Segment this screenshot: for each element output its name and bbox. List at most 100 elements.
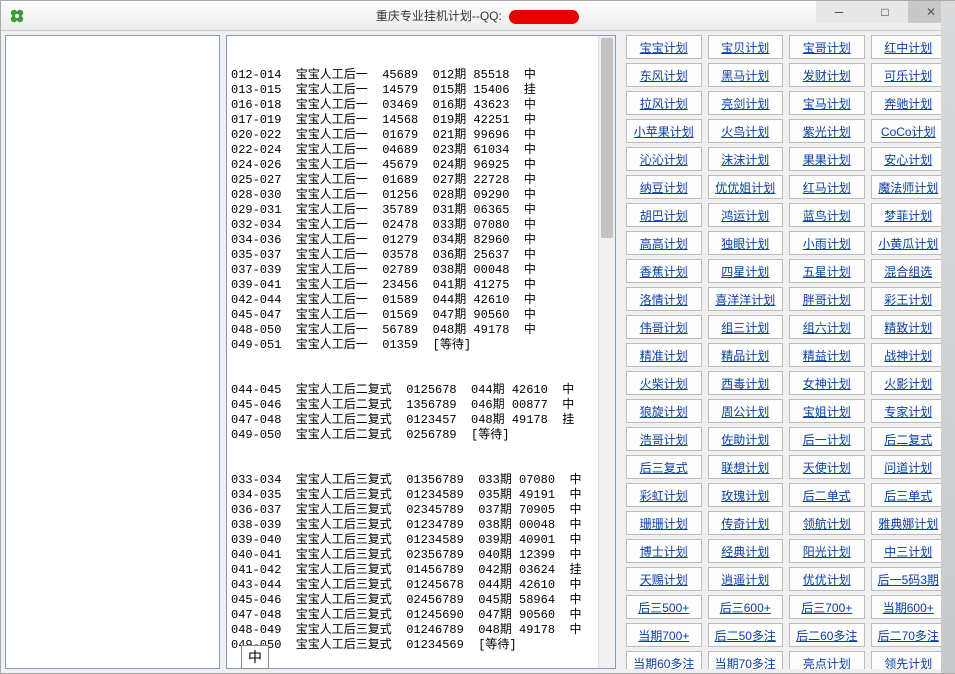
- plan-link[interactable]: 后三单式: [884, 487, 932, 504]
- plan-link[interactable]: 领先计划: [884, 655, 932, 670]
- plan-link[interactable]: 组六计划: [803, 319, 851, 336]
- plan-link[interactable]: 宝宝计划: [640, 39, 688, 56]
- plan-link[interactable]: 东风计划: [640, 67, 688, 84]
- plan-link[interactable]: 当期60多注: [633, 655, 694, 670]
- plan-cell: 中三计划: [871, 539, 947, 563]
- plan-link[interactable]: 后二60多注: [796, 627, 857, 644]
- plan-link[interactable]: 沫沫计划: [721, 151, 769, 168]
- plan-link[interactable]: 联想计划: [721, 459, 769, 476]
- plan-link[interactable]: 后二50多注: [715, 627, 776, 644]
- plan-link[interactable]: 雅典娜计划: [878, 515, 938, 532]
- plan-link[interactable]: 混合组选: [884, 263, 932, 280]
- plan-link[interactable]: 独眼计划: [721, 235, 769, 252]
- plan-link[interactable]: 宝哥计划: [803, 39, 851, 56]
- plan-link[interactable]: 佐助计划: [721, 431, 769, 448]
- plan-link[interactable]: 珊珊计划: [640, 515, 688, 532]
- plan-link[interactable]: 天赐计划: [640, 571, 688, 588]
- plan-link[interactable]: 火影计划: [884, 375, 932, 392]
- plan-link[interactable]: 精益计划: [803, 347, 851, 364]
- plan-link[interactable]: 果果计划: [803, 151, 851, 168]
- plan-link[interactable]: 狼旋计划: [640, 403, 688, 420]
- plan-link[interactable]: 安心计划: [884, 151, 932, 168]
- plan-link[interactable]: 天使计划: [803, 459, 851, 476]
- plan-link[interactable]: 香蕉计划: [640, 263, 688, 280]
- plan-link[interactable]: 后三700+: [801, 599, 852, 616]
- plan-link[interactable]: 精致计划: [884, 319, 932, 336]
- plan-link[interactable]: 博士计划: [640, 543, 688, 560]
- maximize-button[interactable]: □: [862, 1, 908, 23]
- plan-link[interactable]: 问道计划: [884, 459, 932, 476]
- plan-link[interactable]: 优优计划: [803, 571, 851, 588]
- plan-link[interactable]: 宝贝计划: [721, 39, 769, 56]
- plan-link[interactable]: CoCo计划: [881, 123, 936, 140]
- plan-link[interactable]: 黑马计划: [721, 67, 769, 84]
- plan-link[interactable]: 高高计划: [640, 235, 688, 252]
- plan-cell: 黑马计划: [708, 63, 784, 87]
- plan-link[interactable]: 经典计划: [721, 543, 769, 560]
- plan-link[interactable]: 奔驰计划: [884, 95, 932, 112]
- plan-link[interactable]: 西毒计划: [721, 375, 769, 392]
- plan-link[interactable]: 当期600+: [883, 599, 934, 616]
- plan-link[interactable]: 阳光计划: [803, 543, 851, 560]
- plan-link[interactable]: 小雨计划: [803, 235, 851, 252]
- plan-link[interactable]: 胖哥计划: [803, 291, 851, 308]
- plan-link[interactable]: 胡巴计划: [640, 207, 688, 224]
- plan-link[interactable]: 火鸟计划: [721, 123, 769, 140]
- plan-link[interactable]: 玫瑰计划: [721, 487, 769, 504]
- plan-link[interactable]: 喜洋洋计划: [715, 291, 775, 308]
- plan-link[interactable]: 小苹果计划: [634, 123, 694, 140]
- plan-link[interactable]: 后二复式: [884, 431, 932, 448]
- plan-link[interactable]: 后一计划: [803, 431, 851, 448]
- plan-link[interactable]: 后三复式: [640, 459, 688, 476]
- plan-link[interactable]: 传奇计划: [721, 515, 769, 532]
- plan-link[interactable]: 鸿运计划: [721, 207, 769, 224]
- plan-link[interactable]: 优优姐计划: [715, 179, 775, 196]
- plan-link[interactable]: 专家计划: [884, 403, 932, 420]
- plan-link[interactable]: 逍遥计划: [721, 571, 769, 588]
- plan-link[interactable]: 浩哥计划: [640, 431, 688, 448]
- plan-link[interactable]: 亮点计划: [803, 655, 851, 670]
- plan-link[interactable]: 洛情计划: [640, 291, 688, 308]
- plan-link[interactable]: 纳豆计划: [640, 179, 688, 196]
- plan-link[interactable]: 魔法师计划: [878, 179, 938, 196]
- plan-link[interactable]: 四星计划: [721, 263, 769, 280]
- plan-link[interactable]: 后一5码3期: [878, 571, 939, 588]
- plan-link[interactable]: 梦菲计划: [884, 207, 932, 224]
- plan-link[interactable]: 当期700+: [638, 627, 689, 644]
- plan-link[interactable]: 周公计划: [721, 403, 769, 420]
- plan-cell: 问道计划: [871, 455, 947, 479]
- plan-link[interactable]: 可乐计划: [884, 67, 932, 84]
- plan-link[interactable]: 当期70多注: [715, 655, 776, 670]
- plan-link[interactable]: 紫光计划: [803, 123, 851, 140]
- scrollbar[interactable]: [598, 36, 615, 668]
- plan-link[interactable]: 后三600+: [720, 599, 771, 616]
- float-tag[interactable]: 中: [241, 645, 269, 669]
- plan-link[interactable]: 精准计划: [640, 347, 688, 364]
- plan-link[interactable]: 火柴计划: [640, 375, 688, 392]
- plan-link[interactable]: 小黄瓜计划: [878, 235, 938, 252]
- plan-link[interactable]: 红马计划: [803, 179, 851, 196]
- plan-link[interactable]: 伟哥计划: [640, 319, 688, 336]
- plan-link[interactable]: 宝姐计划: [803, 403, 851, 420]
- plan-link[interactable]: 沁沁计划: [640, 151, 688, 168]
- plan-link[interactable]: 拉风计划: [640, 95, 688, 112]
- scrollbar-thumb[interactable]: [601, 38, 613, 238]
- plan-link[interactable]: 组三计划: [721, 319, 769, 336]
- plan-link[interactable]: 宝马计划: [803, 95, 851, 112]
- plan-link[interactable]: 后二70多注: [878, 627, 939, 644]
- plan-link[interactable]: 后三500+: [638, 599, 689, 616]
- plan-link[interactable]: 精品计划: [721, 347, 769, 364]
- plan-link[interactable]: 后二单式: [803, 487, 851, 504]
- plan-link[interactable]: 彩虹计划: [640, 487, 688, 504]
- plan-link[interactable]: 发财计划: [803, 67, 851, 84]
- plan-link[interactable]: 红中计划: [884, 39, 932, 56]
- plan-link[interactable]: 中三计划: [884, 543, 932, 560]
- plan-link[interactable]: 彩王计划: [884, 291, 932, 308]
- plan-link[interactable]: 亮剑计划: [721, 95, 769, 112]
- plan-link[interactable]: 领航计划: [803, 515, 851, 532]
- plan-link[interactable]: 蓝鸟计划: [803, 207, 851, 224]
- minimize-button[interactable]: ─: [816, 1, 862, 23]
- plan-link[interactable]: 五星计划: [803, 263, 851, 280]
- plan-link[interactable]: 战神计划: [884, 347, 932, 364]
- plan-link[interactable]: 女神计划: [803, 375, 851, 392]
